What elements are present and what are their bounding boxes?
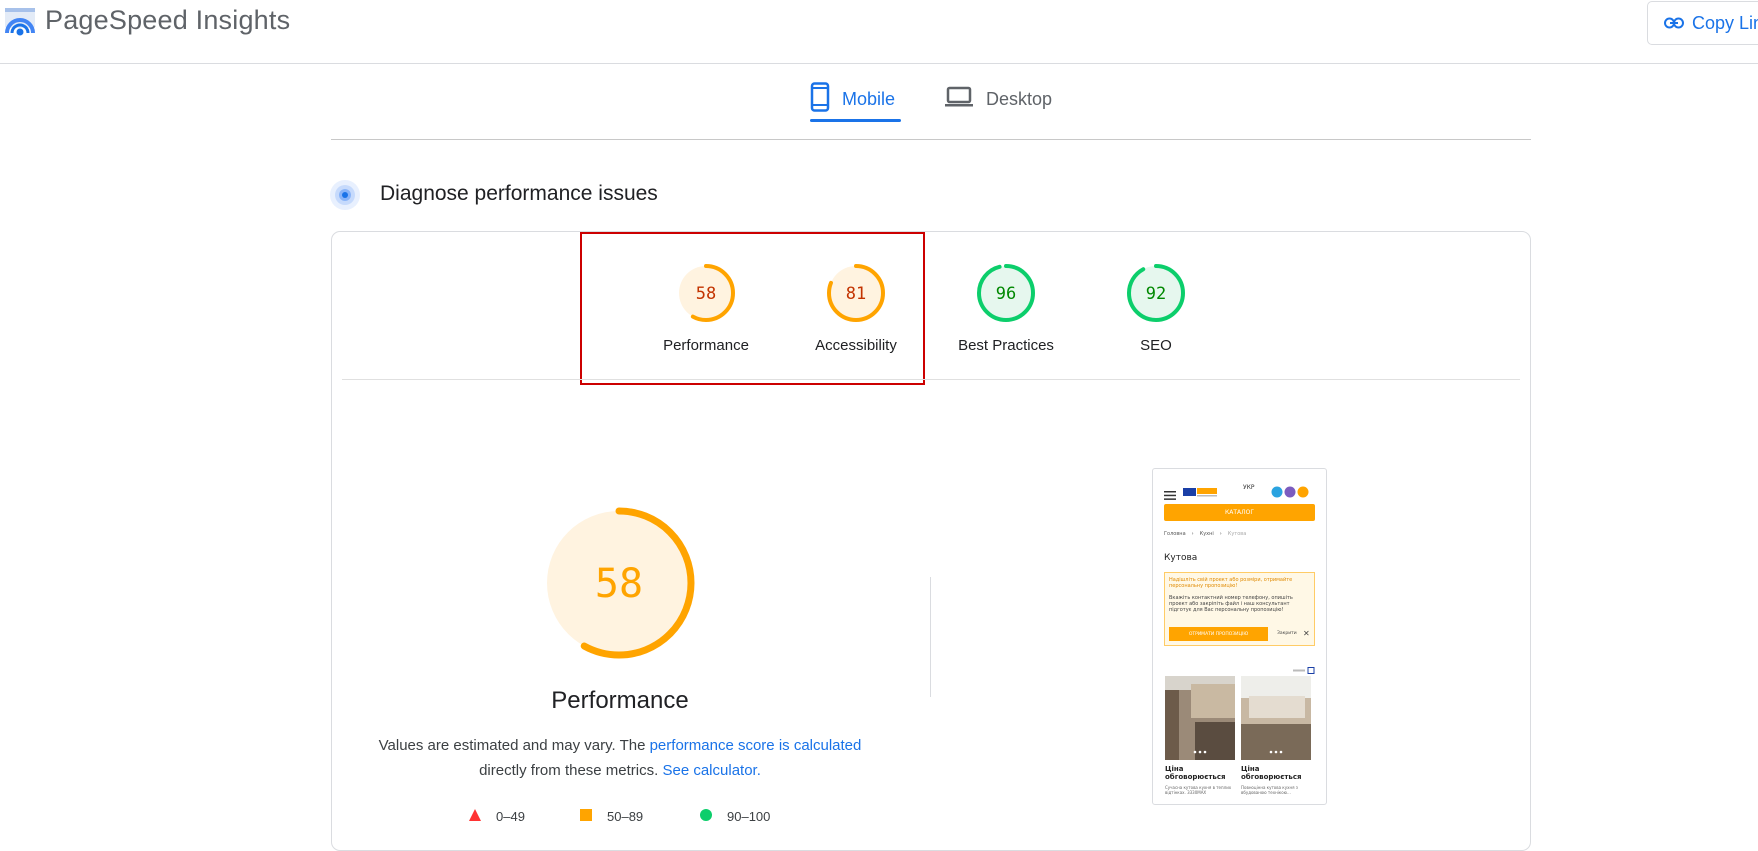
square-icon xyxy=(579,808,593,825)
highlight-annotation-box xyxy=(580,232,925,385)
tabs-divider xyxy=(331,139,1531,140)
app-title: PageSpeed Insights xyxy=(45,5,291,35)
phone-icon xyxy=(810,81,830,117)
promo-title: Надішліть свій проект або розміри, отрим… xyxy=(1169,577,1293,589)
performance-score-link[interactable]: performance score is calculated xyxy=(650,737,862,754)
active-tab-indicator xyxy=(810,119,901,122)
section-title: Diagnose performance issues xyxy=(380,182,658,205)
description-text: directly from these metrics. xyxy=(479,762,663,779)
gauge-best-practices[interactable]: 96 Best Practices xyxy=(931,261,1081,354)
thumbnail-breadcrumb: Головна › Кухні › Кутова xyxy=(1164,531,1247,537)
main-gauge-title: Performance xyxy=(551,687,689,714)
product-image xyxy=(1241,676,1311,760)
gauge-score-value: 92 xyxy=(1146,284,1166,304)
breadcrumb-item: Кутова xyxy=(1227,531,1247,537)
main-score-value: 58 xyxy=(595,561,643,607)
product-description: Повноцінна кутова кухня з вбудованою тех… xyxy=(1241,785,1298,795)
pagespeed-logo-icon[interactable] xyxy=(4,6,36,38)
link-icon xyxy=(1664,13,1684,34)
see-calculator-link[interactable]: See calculator. xyxy=(662,762,760,779)
promo-close-label: Закрити xyxy=(1277,631,1297,636)
language-selector: УКР xyxy=(1243,484,1255,491)
description-text: Values are estimated and may vary. The xyxy=(378,737,650,754)
site-logo-icon xyxy=(1183,483,1219,497)
breadcrumb-item: Головна xyxy=(1164,531,1186,537)
gauges-divider xyxy=(342,379,1520,380)
gauge-score-value: 96 xyxy=(996,284,1016,304)
product-image xyxy=(1165,676,1235,760)
seo-gauge-ring: 92 xyxy=(1127,264,1185,322)
product-price: Ціна обговорюється xyxy=(1165,765,1226,781)
laptop-icon xyxy=(944,85,974,114)
close-icon: ✕ xyxy=(1303,629,1310,638)
legend-fail: 0–49 xyxy=(468,808,525,825)
circle-icon xyxy=(699,808,713,825)
thumbnail-heading: Кутова xyxy=(1164,553,1198,563)
tab-mobile[interactable]: Mobile xyxy=(810,76,895,122)
radar-icon xyxy=(330,180,360,210)
copy-link-label: Copy Lin xyxy=(1692,12,1758,33)
catalog-button: КАТАЛОГ xyxy=(1164,504,1315,521)
promo-button: ОТРИМАТИ ПРОПОЗИЦІЮ xyxy=(1169,627,1268,641)
legend-pass: 90–100 xyxy=(699,808,770,825)
hamburger-menu-icon xyxy=(1164,485,1176,500)
copy-link-button[interactable]: Copy Lin xyxy=(1647,1,1758,45)
product-description: Сучасна кутова кухня в теплих відтінках.… xyxy=(1165,785,1232,795)
best-practices-gauge-ring: 96 xyxy=(977,264,1035,322)
product-price: Ціна обговорюється xyxy=(1241,765,1302,781)
tab-desktop[interactable]: Desktop xyxy=(944,76,1052,122)
gauge-seo[interactable]: 92 SEO xyxy=(1081,261,1231,354)
gauge-label: SEO xyxy=(1140,337,1172,354)
promo-text: Вкажіть контактний номер телефону, опиші… xyxy=(1169,595,1293,613)
compare-icon xyxy=(1293,659,1315,674)
breadcrumb-item: Кухні xyxy=(1199,531,1214,537)
tab-desktop-label: Desktop xyxy=(986,88,1053,109)
triangle-icon xyxy=(468,808,482,825)
tab-mobile-label: Mobile xyxy=(842,88,896,109)
vertical-divider xyxy=(930,577,931,697)
main-performance-gauge: 58 xyxy=(539,503,699,663)
page-screenshot-thumbnail[interactable]: УКР КАТАЛОГ Головна › Кухні › Кутова Кутов… xyxy=(1152,468,1327,805)
score-description: Values are estimated and may vary. The p… xyxy=(370,733,870,783)
messenger-icons xyxy=(1271,483,1313,498)
legend-average: 50–89 xyxy=(579,808,643,825)
gauge-label: Best Practices xyxy=(958,337,1054,354)
